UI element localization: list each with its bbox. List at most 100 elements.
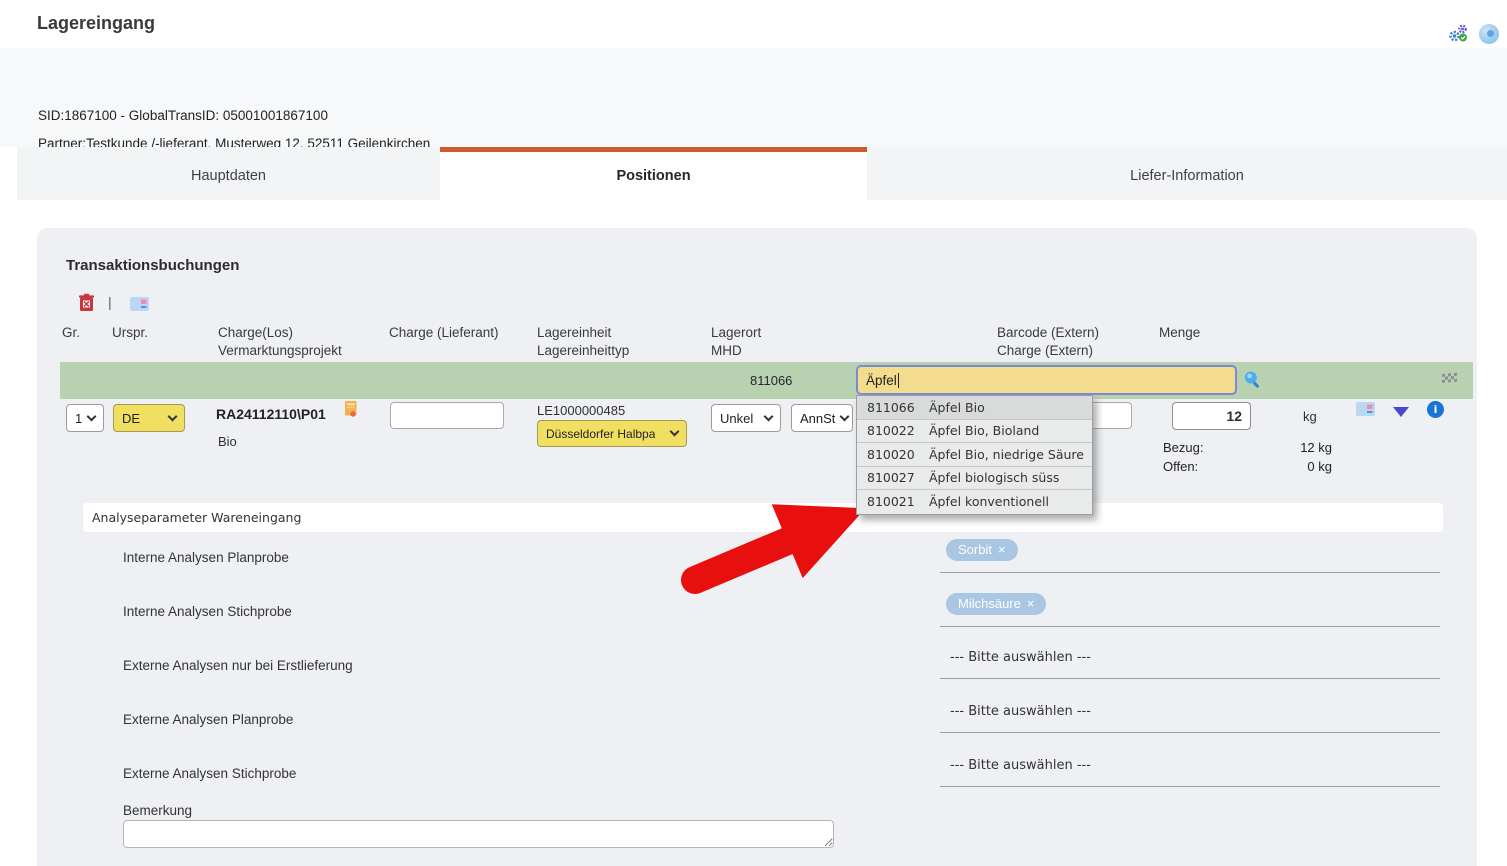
lagereingang-page: Lagereingang SID:1867100 - GlobalTransID…	[0, 0, 1507, 866]
text-caret	[898, 373, 899, 388]
remove-tag-icon[interactable]: ×	[998, 542, 1006, 557]
charge-lieferant-input[interactable]	[390, 402, 504, 429]
charge-los-value: RA24112110\P01	[216, 406, 326, 422]
offen-label: Offen:	[1163, 459, 1198, 474]
card-icon[interactable]	[1356, 402, 1375, 416]
card-icon[interactable]	[130, 297, 149, 311]
article-search-input[interactable]: Äpfel	[856, 365, 1237, 395]
menge-value: 12	[1226, 408, 1242, 424]
item-name: Äpfel Bio, Bioland	[929, 423, 1039, 438]
analysis-label: Externe Analysen Stichprobe	[123, 766, 296, 781]
col-charge-los: Charge(Los) Vermarktungsprojekt	[218, 324, 342, 360]
col-line2: MHD	[711, 343, 742, 358]
lagerort-select[interactable]: Unkel	[711, 404, 781, 432]
document-info: SID:1867100 - GlobalTransID: 05001001867…	[0, 48, 1507, 147]
article-code: 811066	[750, 373, 792, 388]
field-underline	[940, 626, 1440, 627]
tab-spacer	[0, 147, 17, 200]
item-code: 811066	[867, 400, 929, 415]
tab-positionen[interactable]: Positionen	[440, 147, 867, 200]
urspr-value: DE	[122, 411, 140, 426]
lagereinheit-value: LE1000000485	[537, 403, 625, 418]
tab-bar: Hauptdaten Positionen Liefer-Information	[0, 147, 1507, 200]
tag-label: Milchsäure	[958, 596, 1021, 611]
col-urspr: Urspr.	[112, 324, 148, 342]
dropdown-item[interactable]: 810021Äpfel konventionell	[857, 490, 1092, 514]
remove-tag-icon[interactable]: ×	[1027, 596, 1035, 611]
toolbar-separator: |	[108, 294, 112, 310]
item-name: Äpfel konventionell	[929, 494, 1049, 509]
chevron-down-icon	[168, 411, 178, 421]
chevron-down-icon	[87, 411, 97, 421]
gr-value: 1	[75, 411, 82, 426]
page-title: Lagereingang	[37, 13, 155, 34]
col-lagereinheit: Lagereinheit Lagereinheittyp	[537, 324, 629, 360]
gr-select[interactable]: 1	[66, 404, 104, 432]
bezug-label: Bezug:	[1163, 440, 1203, 455]
analysis-label: Interne Analysen Stichprobe	[123, 604, 292, 619]
analysis-select-placeholder[interactable]: --- Bitte auswählen ---	[950, 758, 1091, 773]
tag-milchsaeure[interactable]: Milchsäure ×	[946, 593, 1046, 615]
sid-line: SID:1867100 - GlobalTransID: 05001001867…	[38, 108, 328, 123]
col-line2: Vermarktungsprojekt	[218, 343, 342, 358]
item-name: Äpfel Bio, niedrige Säure	[929, 447, 1084, 462]
urspr-select[interactable]: DE	[113, 404, 185, 432]
article-dropdown: 811066Äpfel Bio 810022Äpfel Bio, Bioland…	[856, 395, 1093, 515]
analysis-label: Externe Analysen Planprobe	[123, 712, 293, 727]
menge-input[interactable]: 12	[1172, 402, 1251, 430]
analysis-label: Interne Analysen Planprobe	[123, 550, 289, 565]
bezug-value: 12 kg	[1270, 440, 1332, 455]
section-title: Transaktionsbuchungen	[66, 257, 239, 274]
checkered-flag-icon[interactable]	[1440, 371, 1459, 386]
col-lagerort: Lagerort MHD	[711, 324, 761, 360]
col-charge-lieferant: Charge (Lieferant)	[389, 324, 499, 342]
globe-icon[interactable]	[1479, 24, 1499, 44]
item-code: 810027	[867, 470, 929, 485]
field-underline	[940, 572, 1440, 573]
item-code: 810022	[867, 423, 929, 438]
item-name: Äpfel Bio	[929, 400, 985, 415]
gears-icon[interactable]	[1448, 24, 1470, 44]
col-line1: Lagereinheit	[537, 325, 611, 340]
note-icon[interactable]	[345, 401, 358, 418]
tab-hauptdaten[interactable]: Hauptdaten	[17, 147, 440, 200]
analysis-select-placeholder[interactable]: --- Bitte auswählen ---	[950, 650, 1091, 665]
col-line1: Lagerort	[711, 325, 761, 340]
bemerkung-label: Bemerkung	[123, 803, 192, 818]
mhd-select[interactable]: AnnSt	[791, 404, 853, 432]
col-barcode: Barcode (Extern)Charge (Extern)	[997, 324, 1099, 360]
expand-triangle-icon[interactable]	[1393, 407, 1409, 417]
col-gr: Gr.	[62, 324, 80, 342]
bemerkung-textarea[interactable]	[123, 820, 834, 848]
field-underline	[940, 786, 1440, 787]
search-icon[interactable]	[1243, 370, 1262, 389]
analysis-label: Externe Analysen nur bei Erstlieferung	[123, 658, 353, 673]
offen-value: 0 kg	[1270, 459, 1332, 474]
dropdown-item[interactable]: 810027Äpfel biologisch süss	[857, 467, 1092, 491]
col-line2: Lagereinheittyp	[537, 343, 629, 358]
dropdown-item[interactable]: 810022Äpfel Bio, Bioland	[857, 420, 1092, 444]
field-underline	[940, 678, 1440, 679]
col-line1: Barcode (Extern)	[997, 325, 1099, 340]
item-name: Äpfel biologisch süss	[929, 470, 1059, 485]
item-code: 810020	[867, 447, 929, 462]
col-menge: Menge	[1159, 324, 1200, 342]
field-underline	[940, 732, 1440, 733]
tag-label: Sorbit	[958, 542, 992, 557]
lagerort-value: Unkel	[720, 411, 753, 426]
info-icon[interactable]: i	[1427, 401, 1444, 418]
vermarktungsprojekt-value: Bio	[218, 434, 237, 449]
tab-liefer-information[interactable]: Liefer-Information	[867, 147, 1507, 200]
dropdown-item[interactable]: 810020Äpfel Bio, niedrige Säure	[857, 443, 1092, 467]
delete-icon[interactable]	[78, 293, 95, 312]
item-code: 810021	[867, 494, 929, 509]
mhd-value: AnnSt	[800, 411, 835, 426]
unit-label: kg	[1303, 409, 1317, 424]
col-line1: Charge(Los)	[218, 325, 293, 340]
analysis-select-placeholder[interactable]: --- Bitte auswählen ---	[950, 704, 1091, 719]
chevron-down-icon	[840, 411, 850, 421]
dropdown-item[interactable]: 811066Äpfel Bio	[857, 396, 1092, 420]
top-bar: Lagereingang	[0, 0, 1507, 48]
lagereinheittyp-select[interactable]: Düsseldorfer Halbpa	[537, 420, 687, 447]
tag-sorbit[interactable]: Sorbit ×	[946, 539, 1018, 561]
